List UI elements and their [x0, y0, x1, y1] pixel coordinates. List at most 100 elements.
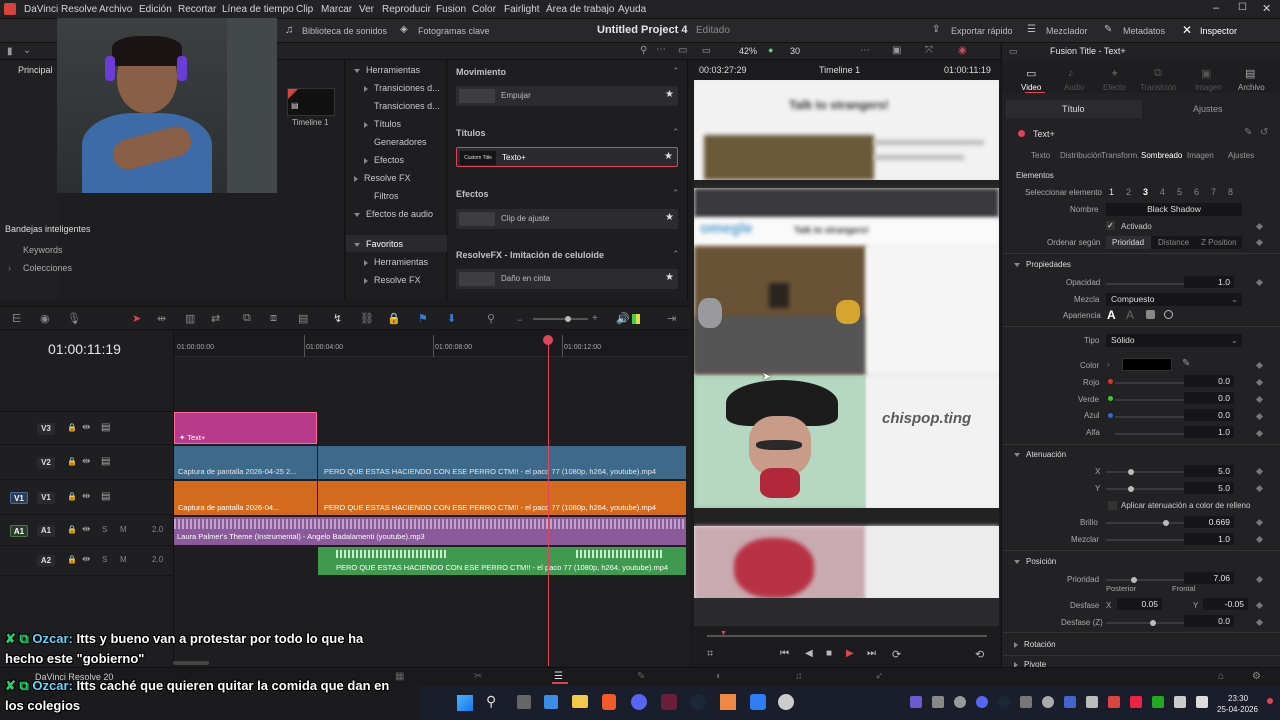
collapse-icon[interactable]: ⌃ — [672, 127, 680, 138]
keyframes-icon[interactable]: ◈ — [400, 24, 408, 35]
element-6[interactable]: 6 — [1194, 187, 1199, 197]
offset-z-slider[interactable] — [1106, 620, 1194, 626]
menu-reproducir[interactable]: Reproducir — [382, 4, 431, 15]
track-lock-icon[interactable]: 🔒 — [67, 423, 77, 432]
keyframe-icon[interactable] — [1255, 238, 1264, 247]
viewer-mode-icon[interactable]: ▣ — [892, 45, 901, 56]
brave-browser-icon[interactable] — [602, 694, 616, 710]
text-tab-texto[interactable]: Texto — [1031, 151, 1050, 160]
mixer-icon[interactable]: ☰ — [1027, 24, 1036, 35]
clip-v2-screenshot[interactable]: Captura de pantalla 2026-04-25 2... — [174, 446, 317, 479]
expand-icon[interactable]: › — [8, 263, 11, 273]
red-slider[interactable] — [1115, 382, 1194, 384]
overwrite-icon[interactable]: ⧈ — [270, 312, 277, 325]
color-page-icon[interactable]: ◐ — [716, 671, 722, 682]
appearance-outline-icon[interactable]: A — [1126, 308, 1134, 322]
mixer-button[interactable]: Mezclador — [1046, 26, 1088, 36]
record-icon[interactable]: ◉ — [958, 45, 967, 56]
menu-clip[interactable]: Clip — [296, 4, 313, 15]
opacity-slider[interactable] — [1106, 281, 1196, 287]
store-icon[interactable] — [544, 695, 558, 709]
cut-page-icon[interactable]: ✂ — [474, 671, 482, 682]
stop-icon[interactable]: ■ — [826, 648, 832, 659]
text-tab-ajustes[interactable]: Ajustes — [1228, 151, 1254, 160]
track-header-v2[interactable]: V2 🔒 ⇹ ▤ — [0, 446, 173, 480]
dynamic-trim-icon[interactable]: ⇄ — [211, 312, 220, 325]
name-field[interactable]: Black Shadow — [1106, 203, 1242, 216]
layout-icon[interactable]: ⋿ — [12, 312, 22, 325]
clip-v1-video[interactable]: PERO QUE ESTAS HACIENDO CON ESE PERRO CT… — [318, 481, 686, 515]
glow-value[interactable]: 0.669 — [1184, 516, 1234, 528]
file-tab-icon[interactable]: ▤ — [1245, 67, 1255, 80]
app-icon[interactable] — [750, 694, 766, 710]
auto-select-icon[interactable]: ⇹ — [82, 422, 90, 433]
tree-item-efectos-audio[interactable]: Efectos de audio — [354, 209, 433, 219]
audio-tab-icon[interactable]: ♪ — [1068, 67, 1074, 79]
offset-z-value[interactable]: 0.0 — [1184, 615, 1234, 627]
fullscreen-icon[interactable]: ⟲ — [975, 648, 984, 661]
transition-tab-icon[interactable]: ⧉ — [1154, 67, 1162, 80]
menu-color[interactable]: Color — [472, 4, 496, 15]
smart-bin-collections[interactable]: Colecciones — [23, 263, 72, 273]
smart-bin-keywords[interactable]: Keywords — [23, 245, 63, 255]
auto-select-icon[interactable]: ⇹ — [82, 491, 90, 502]
tree-item-generadores[interactable]: Generadores — [374, 137, 427, 147]
viewer-layout-icon[interactable]: ▭ — [702, 45, 711, 56]
dropdown-icon[interactable]: ⌄ — [23, 45, 31, 56]
solo-button[interactable]: S — [102, 525, 107, 534]
node-settings-icon[interactable]: ✎ — [1244, 127, 1252, 138]
viewer-scrubber[interactable] — [707, 635, 987, 637]
wifi-icon[interactable] — [1174, 696, 1186, 708]
keyframe-icon[interactable] — [1255, 575, 1264, 584]
bin-principal[interactable]: Principal — [18, 65, 53, 75]
quick-export-button[interactable]: Exportar rápido — [951, 26, 1013, 36]
tree-item-fav-resolve-fx[interactable]: Resolve FX — [364, 275, 421, 285]
mute-button[interactable]: M — [120, 525, 127, 534]
sound-library-icon[interactable]: ♫ — [285, 24, 293, 36]
viewer-options-icon[interactable]: ⋯ — [860, 45, 870, 56]
softness-x-value[interactable]: 5.0 — [1184, 465, 1234, 477]
menu-area-de-trabajo[interactable]: Área de trabajo — [546, 4, 614, 15]
keyframes-button[interactable]: Fotogramas clave — [418, 26, 490, 36]
apply-softness-checkbox[interactable] — [1108, 501, 1117, 510]
playhead-handle-icon[interactable] — [543, 335, 553, 345]
tree-item-herramientas[interactable]: Herramientas — [354, 65, 420, 75]
order-prioridad[interactable]: Prioridad — [1112, 238, 1144, 247]
insert-icon[interactable]: ⧉ — [243, 312, 251, 325]
loop-icon[interactable]: ⟳ — [892, 648, 901, 661]
menu-linea-de-tiempo[interactable]: Línea de tiempo — [222, 4, 294, 15]
clip-v2-video[interactable]: PERO QUE ESTAS HACIENDO CON ESE PERRO CT… — [318, 446, 686, 479]
tray-icon[interactable] — [998, 696, 1010, 708]
file-explorer-icon[interactable] — [572, 695, 588, 708]
effect-empujar[interactable]: Empujar ★ — [456, 86, 678, 106]
green-value[interactable]: 0.0 — [1184, 392, 1234, 404]
track-lock-icon[interactable]: 🔒 — [67, 525, 77, 534]
snap-icon[interactable]: ↯ — [333, 312, 342, 325]
enabled-checkbox[interactable]: ✓ — [1106, 221, 1115, 230]
track-visibility-icon[interactable]: ▤ — [101, 422, 110, 433]
tree-item-transiciones-video[interactable]: Transiciones d... — [364, 83, 440, 93]
tray-icon[interactable] — [1108, 696, 1120, 708]
tree-item-transiciones-audio[interactable]: Transiciones d... — [374, 101, 440, 111]
volume-tray-icon[interactable] — [1196, 696, 1208, 708]
steam-icon[interactable] — [690, 694, 706, 710]
more-options-icon[interactable]: ⋯ — [656, 44, 666, 55]
sound-library-button[interactable]: Biblioteca de sonidos — [302, 26, 387, 36]
track-lock-icon[interactable]: 🔒 — [67, 457, 77, 466]
track-header-a2[interactable]: A2 🔒 ⇹ S M 2.0 — [0, 547, 173, 576]
keyframe-icon[interactable] — [1255, 601, 1264, 610]
node-enabled-icon[interactable] — [1018, 130, 1025, 137]
keyframe-icon[interactable] — [1255, 535, 1264, 544]
track-visibility-icon[interactable]: ▤ — [101, 456, 110, 467]
track-header-v3[interactable]: V3 🔒 ⇹ ▤ — [0, 411, 173, 445]
blue-slider[interactable] — [1115, 416, 1194, 418]
alpha-slider[interactable] — [1115, 431, 1196, 437]
tree-item-fav-herramientas[interactable]: Herramientas — [364, 257, 428, 267]
track-patch-v1[interactable]: V1 — [10, 492, 28, 504]
tree-item-efectos[interactable]: Efectos — [364, 155, 404, 165]
playhead-icon[interactable]: ▼ — [720, 630, 727, 637]
home-icon[interactable]: ⌂ — [1218, 671, 1224, 682]
favorite-star-icon[interactable]: ★ — [664, 151, 673, 162]
keyframe-icon[interactable] — [1255, 278, 1264, 287]
appearance-block-icon[interactable] — [1146, 310, 1155, 319]
